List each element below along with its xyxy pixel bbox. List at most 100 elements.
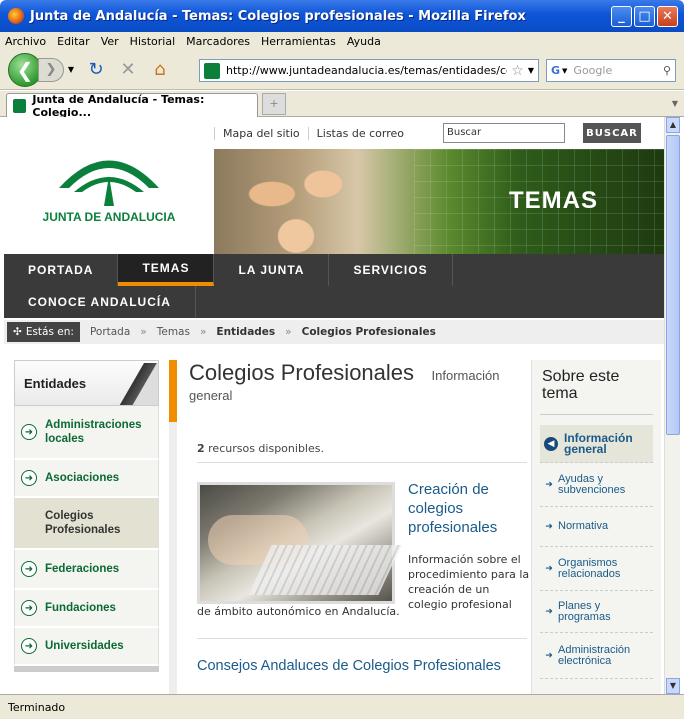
history-dropdown-icon[interactable]: ▼ (66, 58, 76, 82)
maximize-button[interactable]: □ (634, 5, 655, 27)
resource-title-link[interactable]: Creación de colegios profesionales (408, 480, 528, 537)
right-item-organismos[interactable]: ➜ Organismos relacionados (540, 547, 653, 591)
menu-editar[interactable]: Editar (57, 35, 90, 48)
sidebar-item-label: Administraciones locales (45, 419, 142, 445)
breadcrumb-here: ✣ Estás en: (7, 322, 80, 342)
url-bar[interactable]: http://www.juntadeandalucia.es/temas/ent… (199, 59, 539, 82)
right-item-label: Ayudas y subvenciones (558, 472, 626, 496)
nav-servicios[interactable]: SERVICIOS (329, 254, 453, 286)
arrow-right-icon: ➜ (545, 521, 553, 532)
nav-temas[interactable]: TEMAS (118, 254, 215, 286)
resource-image[interactable] (197, 482, 402, 604)
right-item-informacion-general[interactable]: ◀ Información general (540, 425, 653, 463)
sidebar-heading-label: Entidades (24, 375, 87, 391)
page-title: Colegios Profesionales (189, 360, 415, 385)
close-button[interactable]: ✕ (657, 5, 678, 27)
scroll-down-icon[interactable]: ▼ (666, 678, 680, 694)
mailing-lists-link[interactable]: Listas de correo (307, 126, 412, 140)
sidebar-item-label: Universidades (45, 640, 124, 652)
right-item-planes[interactable]: ➜ Planes y programas (540, 591, 653, 633)
breadcrumb: ✣ Estás en: Portada » Temas » Entidades »… (4, 320, 664, 344)
right-sidebar: Sobre este tema ◀ Información general ➜ Ay… (531, 360, 661, 694)
window-title: Junta de Andalucía - Temas: Colegios pro… (30, 8, 526, 24)
right-item-label: Normativa (558, 520, 609, 532)
forward-button[interactable]: ❯ (38, 57, 64, 82)
sidebar-item-administraciones-locales[interactable]: ➜ Administraciones locales (14, 406, 159, 460)
consejos-link[interactable]: Consejos Andaluces de Colegios Profesion… (197, 658, 501, 674)
breadcrumb-separator: » (285, 326, 292, 338)
sidebar-item-fundaciones[interactable]: ➜ Fundaciones (14, 590, 159, 628)
arrow-right-icon: ➜ (21, 424, 37, 440)
left-sidebar: Entidades ➜ Administraciones locales ➜ Aso… (14, 360, 159, 672)
home-icon[interactable]: ⌂ (148, 58, 172, 82)
sidebar-item-asociaciones[interactable]: ➜ Asociaciones (14, 460, 159, 498)
scroll-up-icon[interactable]: ▲ (666, 117, 680, 133)
sidebar-item-federaciones[interactable]: ➜ Federaciones (14, 550, 159, 590)
site-header: JUNTA DE ANDALUCIA Mapa del sitio Listas… (4, 117, 664, 254)
arrow-right-icon: ➜ (21, 638, 37, 654)
content-title-block: Colegios Profesionales Información gener… (169, 360, 524, 422)
bookmark-star-icon[interactable]: ☆ (511, 63, 524, 79)
arrow-left-icon: ◀ (544, 436, 558, 451)
content-body: 2 recursos disponibles. Creación de cole… (169, 422, 529, 694)
resource-count-number: 2 (197, 442, 205, 455)
new-tab-button[interactable]: + (262, 93, 286, 115)
web-search-box[interactable]: G ▼ Google ⚲ (546, 59, 676, 82)
site-search-input[interactable]: Buscar (443, 123, 565, 143)
right-item-administracion[interactable]: ➜ Administración electrónica (540, 633, 653, 679)
right-item-label: Información general (564, 430, 633, 456)
vertical-scrollbar[interactable]: ▲ ▼ (664, 117, 680, 694)
main-content: Colegios Profesionales Información gener… (169, 360, 529, 694)
move-icon: ✣ (13, 326, 22, 338)
breadcrumb-current: Colegios Profesionales (301, 326, 436, 338)
arrow-right-icon: ➜ (545, 563, 553, 574)
right-item-label: Administración electrónica (558, 643, 631, 667)
resource-count-text: recursos disponibles. (208, 442, 324, 455)
tab-active[interactable]: Junta de Andalucía - Temas: Colegio... (6, 92, 258, 119)
menu-marcadores[interactable]: Marcadores (186, 35, 250, 48)
sidebar-item-universidades[interactable]: ➜ Universidades (14, 628, 159, 666)
top-links: Mapa del sitio Listas de correo Buscar B… (214, 117, 664, 149)
minimize-button[interactable]: _ (611, 5, 632, 27)
menu-ayuda[interactable]: Ayuda (347, 35, 381, 48)
tab-title: Junta de Andalucía - Temas: Colegio... (32, 92, 205, 119)
main-nav-row-1: PORTADA TEMAS LA JUNTA SERVICIOS (4, 254, 664, 286)
right-item-normativa[interactable]: ➜ Normativa (540, 507, 653, 547)
menu-archivo[interactable]: Archivo (5, 35, 46, 48)
menu-herramientas[interactable]: Herramientas (261, 35, 336, 48)
tab-bar: Junta de Andalucía - Temas: Colegio... +… (0, 91, 684, 119)
search-icon[interactable]: ⚲ (663, 64, 671, 77)
sidebar-item-colegios-profesionales[interactable]: ➜Colegios Profesionales (14, 498, 159, 550)
breadcrumb-here-label: Estás en: (25, 326, 74, 338)
sidebar-item-label: Colegios Profesionales (45, 510, 121, 536)
arrow-right-icon: ➜ (21, 561, 37, 577)
nav-portada[interactable]: PORTADA (4, 254, 119, 286)
image-keyboard (248, 545, 402, 595)
google-icon[interactable]: G (551, 64, 560, 77)
menu-historial[interactable]: Historial (130, 35, 175, 48)
back-button[interactable]: ❮ (8, 52, 42, 87)
logo-text: JUNTA DE ANDALUCIA (42, 209, 176, 224)
divider (540, 414, 653, 415)
right-sidebar-heading: Sobre este tema (542, 368, 620, 402)
scrollbar-thumb[interactable] (666, 135, 680, 435)
menu-ver[interactable]: Ver (101, 35, 119, 48)
right-item-label: Organismos relacionados (558, 556, 621, 580)
breadcrumb-temas[interactable]: Temas (157, 326, 190, 338)
nav-la-junta[interactable]: LA JUNTA (214, 254, 330, 286)
stop-icon[interactable]: ✕ (116, 58, 140, 82)
search-placeholder: Google (573, 64, 613, 77)
tab-list-icon[interactable]: ▼ (672, 99, 678, 108)
nav-conoce-andalucia[interactable]: CONOCE ANDALUCÍA (4, 286, 196, 318)
site-search-button[interactable]: BUSCAR (583, 123, 641, 143)
breadcrumb-entidades[interactable]: Entidades (216, 326, 275, 338)
url-dropdown-icon[interactable]: ▼ (528, 66, 534, 75)
sitemap-link[interactable]: Mapa del sitio (214, 126, 308, 140)
breadcrumb-portada[interactable]: Portada (90, 326, 130, 338)
engine-dropdown-icon[interactable]: ▼ (562, 67, 567, 75)
right-item-ayudas[interactable]: ➜ Ayudas y subvenciones (540, 463, 653, 507)
url-text: http://www.juntadeandalucia.es/temas/ent… (226, 64, 507, 77)
divider (197, 638, 527, 639)
reload-icon[interactable]: ↻ (84, 58, 108, 82)
junta-logo[interactable]: JUNTA DE ANDALUCIA (4, 117, 214, 254)
